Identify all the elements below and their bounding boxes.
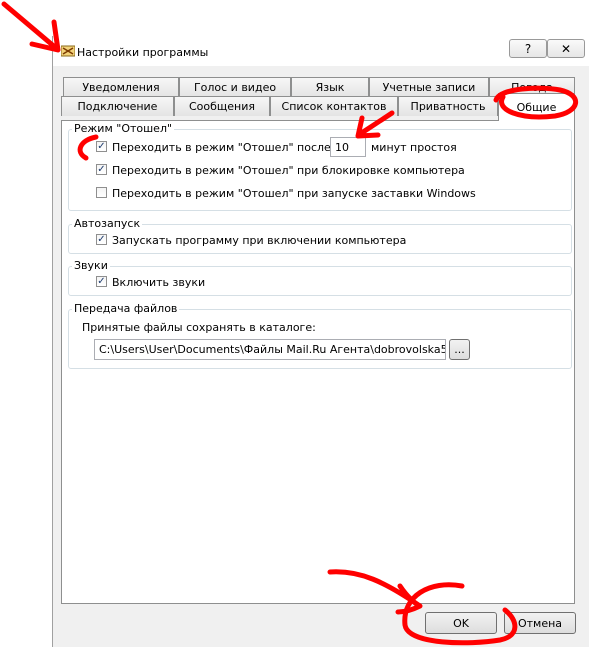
tab-language[interactable]: Язык [291,77,369,97]
lock-away-label: Переходить в режим "Отошел" при блокиров… [112,164,465,177]
sounds-legend: Звуки [72,259,110,272]
idle-minutes-label: минут простоя [371,141,457,154]
close-button[interactable]: ✕ [547,39,585,58]
screensaver-away-label: Переходить в режим "Отошел" при запуске … [112,187,476,200]
cancel-button[interactable]: Отмена [504,612,576,634]
autostart-legend: Автозапуск [72,217,143,230]
help-icon: ? [524,41,532,56]
screensaver-away-checkbox[interactable] [96,187,107,198]
save-dir-input[interactable]: C:\Users\User\Documents\Файлы Mail.Ru Аг… [94,339,446,360]
browse-button[interactable]: ... [449,339,470,360]
window-title: Настройки программы [77,46,209,59]
tab-privacy[interactable]: Приватность [398,96,498,116]
away-mode-legend: Режим "Отошел" [72,122,175,135]
close-icon: ✕ [560,41,572,56]
tab-notifications[interactable]: Уведомления [63,77,179,97]
autostart-checkbox[interactable]: ✓ [96,234,107,245]
idle-minutes-input[interactable]: 10 [330,137,366,157]
arrow-to-title-icon [1,1,61,53]
autostart-label: Запускать программу при включении компью… [112,234,407,247]
tab-messages[interactable]: Сообщения [174,96,270,116]
idle-away-checkbox[interactable]: ✓ [96,141,107,152]
ok-button[interactable]: OK [425,612,497,634]
settings-window: Настройки программы ? ✕ Уведомления Голо… [52,36,589,647]
general-tab-panel: Режим "Отошел" ✓ Переходить в режим "Ото… [61,120,575,604]
file-transfer-legend: Передача файлов [72,302,180,315]
tab-general[interactable]: Общие [498,93,575,121]
tab-accounts[interactable]: Учетные записи [369,77,489,97]
tab-voice-video[interactable]: Голос и видео [179,77,291,97]
tab-connection[interactable]: Подключение [61,96,174,116]
app-icon [61,45,75,57]
lock-away-checkbox[interactable]: ✓ [96,164,107,175]
tab-contact-list[interactable]: Список контактов [270,96,398,116]
sounds-checkbox[interactable]: ✓ [96,276,107,287]
sounds-label: Включить звуки [112,276,206,289]
idle-away-label: Переходить в режим "Отошел" после [112,141,331,154]
help-button[interactable]: ? [509,39,547,58]
title-bar: Настройки программы ? ✕ [53,36,589,66]
save-dir-label: Принятые файлы сохранять в каталоге: [82,321,316,334]
